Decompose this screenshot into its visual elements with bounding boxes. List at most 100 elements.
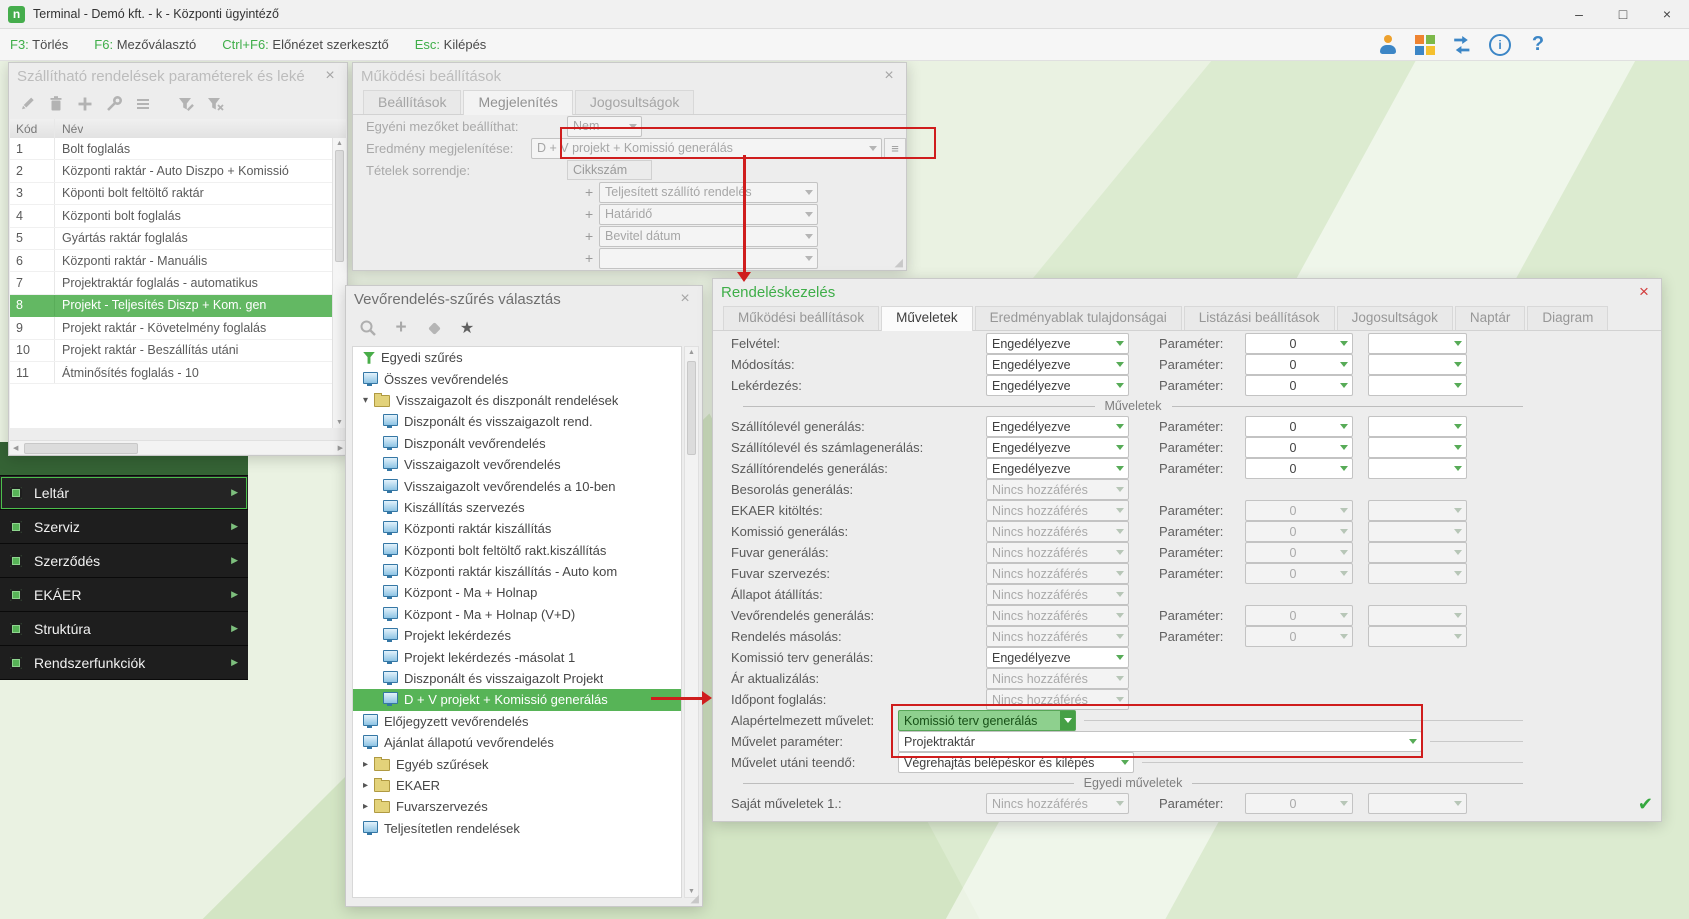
permission-dropdown[interactable]: Nincs hozzáférés xyxy=(986,626,1129,647)
tree-item[interactable]: Központ - Ma + Holnap (V+D) xyxy=(353,604,681,625)
nav-item[interactable]: EKÁER▶ xyxy=(0,578,248,612)
table-row[interactable]: 9Projekt raktár - Követelmény foglalás xyxy=(10,317,333,339)
tab-jogosultsagok[interactable]: Jogosultságok xyxy=(575,90,695,114)
sort-dropdown[interactable] xyxy=(599,248,818,269)
tree-expand-icon[interactable]: ▸ xyxy=(363,780,374,791)
after-operation-dropdown[interactable]: Végrehajtás belépéskor és kilépés xyxy=(898,752,1134,773)
tree-item[interactable]: Központi raktár kiszállítás - Auto kom xyxy=(353,561,681,582)
tree-item[interactable]: ▸EKAER xyxy=(353,775,681,796)
permission-dropdown[interactable]: Engedélyezve xyxy=(986,437,1129,458)
scroll-up-icon[interactable]: ▲ xyxy=(685,349,698,356)
vertical-scrollbar[interactable]: ▲ ▼ xyxy=(332,138,346,428)
close-icon[interactable]: × xyxy=(880,67,898,85)
permission-dropdown[interactable]: Engedélyezve xyxy=(986,458,1129,479)
nav-item[interactable]: Struktúra▶ xyxy=(0,612,248,646)
permission-dropdown[interactable]: Nincs hozzáférés xyxy=(986,500,1129,521)
search-icon[interactable] xyxy=(358,318,378,338)
filter-edit-icon[interactable] xyxy=(176,94,196,114)
tree-item[interactable]: Központ - Ma + Holnap xyxy=(353,582,681,603)
help-icon[interactable]: ? xyxy=(1527,34,1549,56)
tab-5[interactable]: Jogosultságok xyxy=(1337,306,1453,330)
custom-fields-dropdown[interactable]: Nem xyxy=(567,116,642,137)
tab-1[interactable]: Működési beállítások xyxy=(723,306,879,330)
close-icon[interactable]: × xyxy=(1635,282,1653,302)
parameter-extra-dropdown[interactable] xyxy=(1368,333,1467,354)
nav-item[interactable]: Leltár▶ xyxy=(0,476,248,510)
parameter-extra-dropdown[interactable] xyxy=(1368,563,1467,584)
vertical-scrollbar[interactable]: ▲ ▼ xyxy=(684,346,699,898)
parameter-extra-dropdown[interactable] xyxy=(1368,416,1467,437)
table-row[interactable]: 8Projekt - Teljesítés Diszp + Kom. gen xyxy=(10,295,333,317)
parameter-value-dropdown[interactable]: 0 xyxy=(1245,542,1353,563)
parameter-value-dropdown[interactable]: 0 xyxy=(1245,437,1353,458)
permission-dropdown[interactable]: Engedélyezve xyxy=(986,375,1129,396)
category-icon[interactable] xyxy=(424,318,444,338)
tree-item[interactable]: Központi raktár kiszállítás xyxy=(353,518,681,539)
parameter-value-dropdown[interactable]: 0 xyxy=(1245,793,1353,814)
sort-dropdown[interactable]: Teljesített szállító rendelés xyxy=(599,182,818,203)
info-icon[interactable]: i xyxy=(1489,34,1511,56)
nav-item[interactable]: Szerviz▶ xyxy=(0,510,248,544)
check-icon[interactable]: ✔ xyxy=(1638,794,1653,815)
default-operation-dropdown[interactable]: Komissió terv generálás xyxy=(898,710,1076,731)
parameter-extra-dropdown[interactable] xyxy=(1368,793,1467,814)
permission-dropdown[interactable]: Nincs hozzáférés xyxy=(986,668,1129,689)
parameter-extra-dropdown[interactable] xyxy=(1368,542,1467,563)
parameter-value-dropdown[interactable]: 0 xyxy=(1245,354,1353,375)
shortcut-ctrl-f6[interactable]: Ctrl+F6Előnézet szerkesztő xyxy=(222,37,389,52)
tree-item[interactable]: Projekt lekérdezés -másolat 1 xyxy=(353,646,681,667)
tree-item[interactable]: ▾Visszaigazolt és diszponált rendelések xyxy=(353,390,681,411)
trash-icon[interactable] xyxy=(46,94,66,114)
permission-dropdown[interactable]: Nincs hozzáférés xyxy=(986,521,1129,542)
pencil-icon[interactable] xyxy=(17,94,37,114)
parameter-value-dropdown[interactable]: 0 xyxy=(1245,375,1353,396)
tree-item[interactable]: Összes vevőrendelés xyxy=(353,368,681,389)
nav-item[interactable]: Rendszerfunkciók▶ xyxy=(0,646,248,680)
transfer-icon[interactable] xyxy=(1451,34,1473,56)
scrollbar-thumb[interactable] xyxy=(687,361,696,455)
plus-icon[interactable]: + xyxy=(391,318,411,338)
parameter-value-dropdown[interactable]: 0 xyxy=(1245,500,1353,521)
parameter-value-dropdown[interactable]: 0 xyxy=(1245,521,1353,542)
tree-item[interactable]: Egyedi szűrés xyxy=(353,347,681,368)
permission-dropdown[interactable]: Nincs hozzáférés xyxy=(986,542,1129,563)
scroll-left-icon[interactable]: ◀ xyxy=(13,444,18,452)
tree-item[interactable]: Központi bolt feltöltő rakt.kiszállítás xyxy=(353,540,681,561)
table-row[interactable]: 6Központi raktár - Manuális xyxy=(10,250,333,272)
tree-item[interactable]: Diszponált vevőrendelés xyxy=(353,433,681,454)
tree-item[interactable]: Projekt lekérdezés xyxy=(353,625,681,646)
parameter-extra-dropdown[interactable] xyxy=(1368,626,1467,647)
maximize-button[interactable]: □ xyxy=(1601,1,1645,28)
table-row[interactable]: 10Projekt raktár - Beszállítás utáni xyxy=(10,340,333,362)
close-button[interactable]: × xyxy=(1645,1,1689,28)
tab-6[interactable]: Naptár xyxy=(1455,306,1526,330)
tree-item[interactable]: Visszaigazolt vevőrendelés a 10-ben xyxy=(353,475,681,496)
permission-dropdown[interactable]: Nincs hozzáférés xyxy=(986,479,1129,500)
table-row[interactable]: 1Bolt foglalás xyxy=(10,138,333,160)
permission-dropdown[interactable]: Engedélyezve xyxy=(986,647,1129,668)
tree-item[interactable]: Teljesítetlen rendelések xyxy=(353,818,681,839)
table-row[interactable]: 7Projektraktár foglalás - automatikus xyxy=(10,272,333,294)
scrollbar-thumb[interactable] xyxy=(335,150,344,262)
tree-expand-icon[interactable]: ▸ xyxy=(363,759,374,770)
scrollbar-thumb[interactable] xyxy=(24,443,138,454)
parameter-extra-dropdown[interactable] xyxy=(1368,354,1467,375)
apps-icon[interactable] xyxy=(1415,35,1435,55)
resize-grip[interactable]: ◢ xyxy=(895,256,903,269)
parameter-extra-dropdown[interactable] xyxy=(1368,437,1467,458)
table-row[interactable]: 2Központi raktár - Auto Diszpo + Komissi… xyxy=(10,160,333,182)
tree-expand-icon[interactable]: ▸ xyxy=(363,801,374,812)
shortcut-f6[interactable]: F6Mezőválasztó xyxy=(94,37,196,52)
parameter-extra-dropdown[interactable] xyxy=(1368,521,1467,542)
sort-dropdown[interactable]: Határidő xyxy=(599,204,818,225)
permission-dropdown[interactable]: Engedélyezve xyxy=(986,354,1129,375)
table-row[interactable]: 3Köponti bolt feltöltő raktár xyxy=(10,183,333,205)
tab-3[interactable]: Eredményablak tulajdonságai xyxy=(975,306,1182,330)
minimize-button[interactable]: – xyxy=(1557,1,1601,28)
tree-item[interactable]: ▸Fuvarszervezés xyxy=(353,796,681,817)
shortcut-f3[interactable]: F3Törlés xyxy=(10,37,68,52)
tree-expand-icon[interactable]: ▾ xyxy=(363,395,374,406)
result-view-dropdown[interactable]: D + V projekt + Komissió generálás xyxy=(531,138,882,159)
close-icon[interactable]: × xyxy=(676,290,694,308)
permission-dropdown[interactable]: Engedélyezve xyxy=(986,333,1129,354)
